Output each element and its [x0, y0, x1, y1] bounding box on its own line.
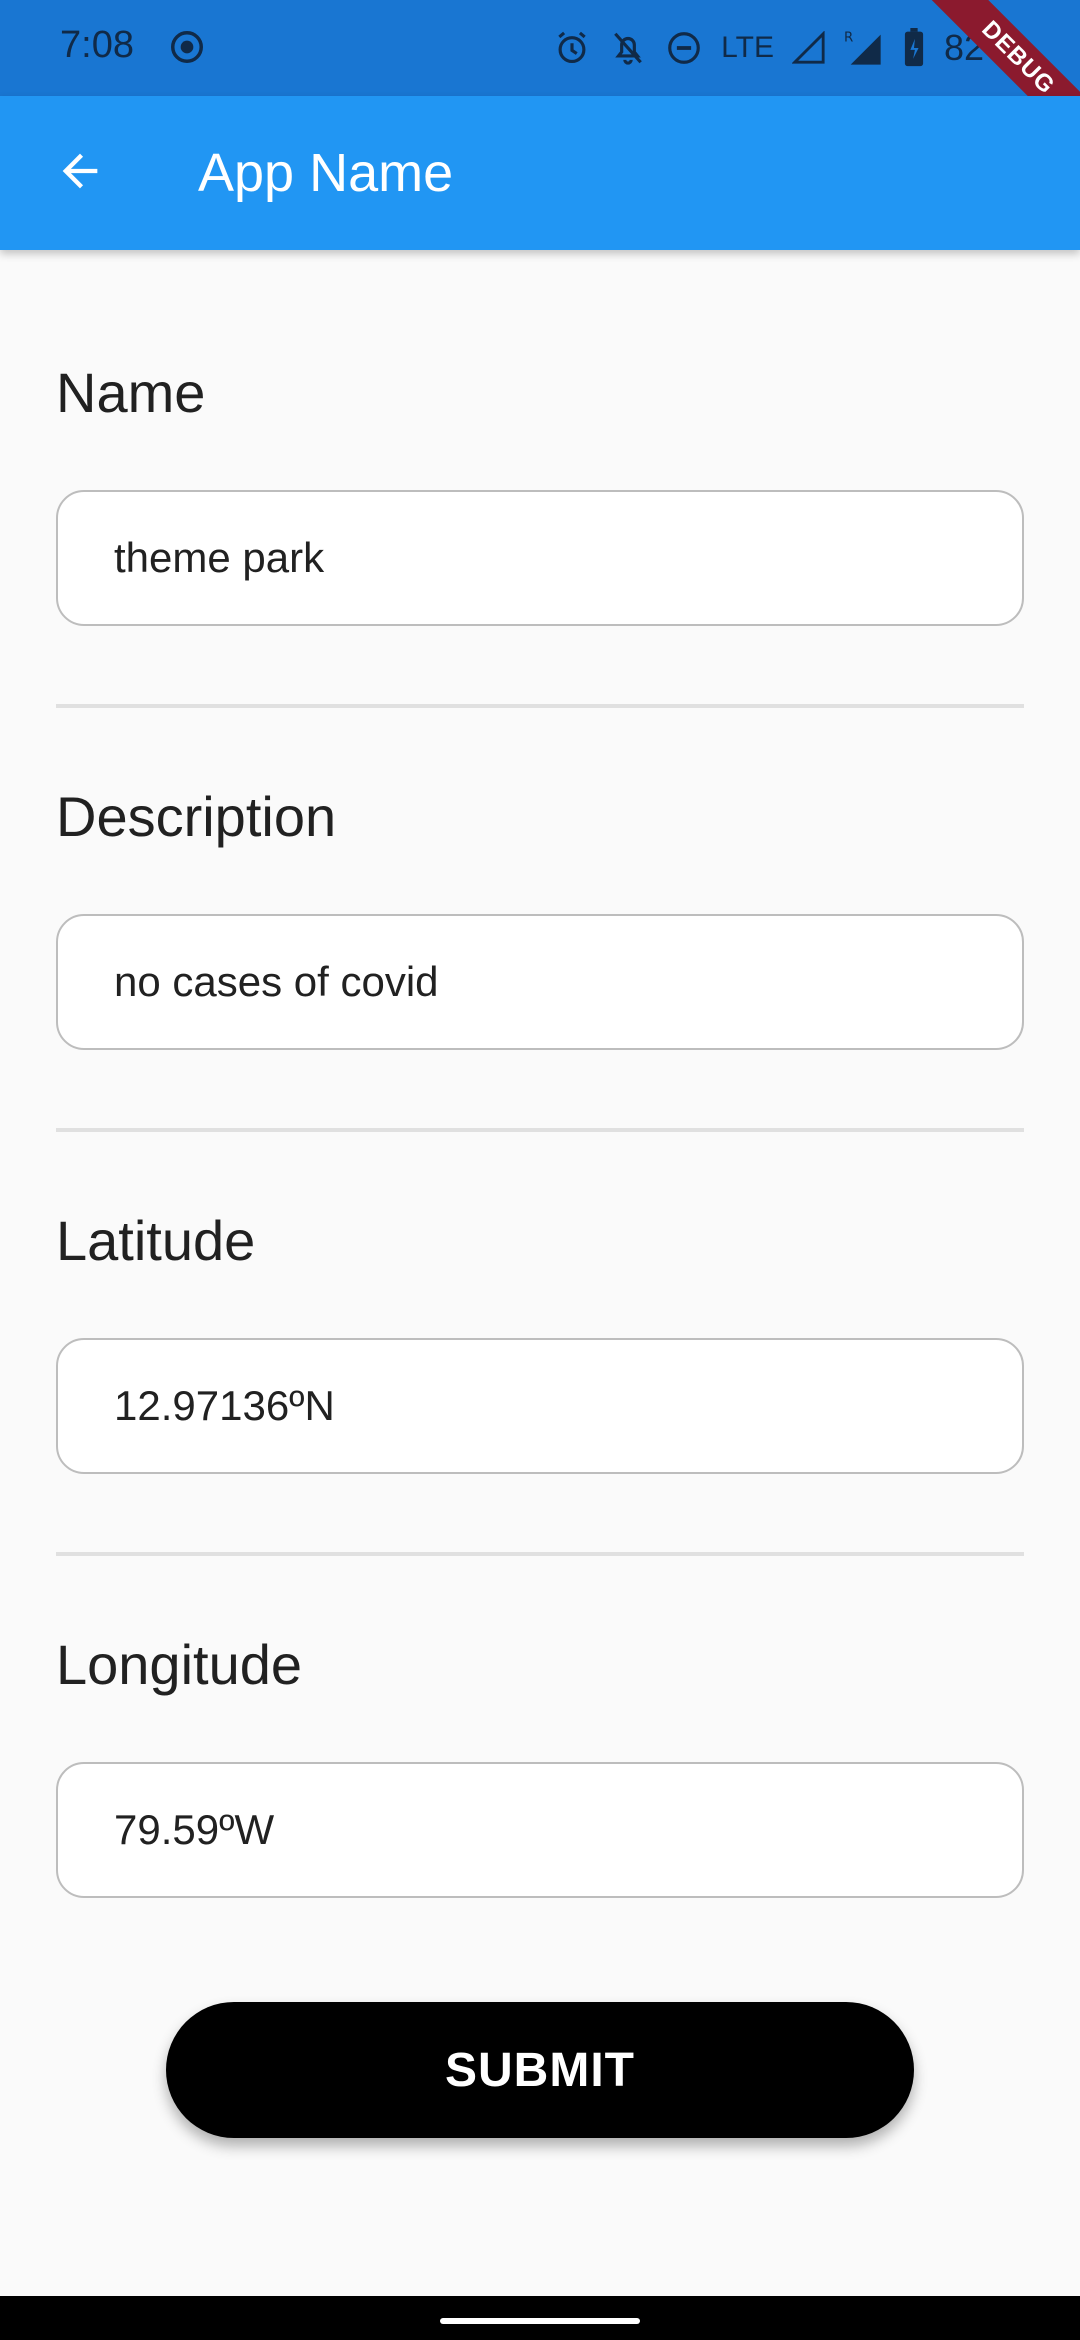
submit-button[interactable]: SUBMIT	[166, 2002, 914, 2138]
longitude-label: Longitude	[56, 1633, 303, 1696]
divider	[56, 704, 1024, 708]
app-title: App Name	[198, 143, 454, 203]
name-label: Name	[56, 361, 206, 424]
screen: 7:08 LTE R 82 DEBUG App Name Name theme …	[0, 0, 1080, 2340]
arrow-back-icon	[54, 145, 106, 202]
app-bar: App Name	[0, 96, 1080, 250]
status-icons: LTE R 82	[553, 24, 984, 72]
screen-record-icon	[168, 28, 206, 66]
battery-icon	[902, 28, 926, 68]
roaming-signal-icon: R	[844, 28, 884, 68]
battery-level: 82	[943, 27, 984, 68]
network-type: LTE	[721, 31, 774, 64]
description-field[interactable]: no cases of covid	[56, 914, 1024, 1050]
notifications-off-icon	[609, 29, 647, 67]
status-bar: 7:08 LTE R 82	[0, 0, 1080, 96]
alarm-icon	[553, 29, 591, 67]
name-field[interactable]: theme park	[56, 490, 1024, 626]
description-label: Description	[56, 785, 337, 848]
divider	[56, 1552, 1024, 1556]
divider	[56, 1128, 1024, 1132]
do-not-disturb-icon	[665, 29, 703, 67]
status-time: 7:08	[60, 24, 134, 66]
latitude-label: Latitude	[56, 1209, 256, 1272]
back-button[interactable]	[40, 133, 120, 213]
longitude-field[interactable]: 79.59ºW	[56, 1762, 1024, 1898]
name-value: theme park	[114, 534, 325, 581]
latitude-value: 12.97136ºN	[114, 1382, 335, 1429]
longitude-value: 79.59ºW	[114, 1806, 275, 1853]
navigation-bar	[0, 2296, 1080, 2340]
home-gesture-handle[interactable]	[440, 2318, 640, 2324]
signal-icon	[791, 31, 826, 65]
svg-text:R: R	[844, 30, 853, 45]
description-value: no cases of covid	[114, 958, 439, 1005]
latitude-field[interactable]: 12.97136ºN	[56, 1338, 1024, 1474]
